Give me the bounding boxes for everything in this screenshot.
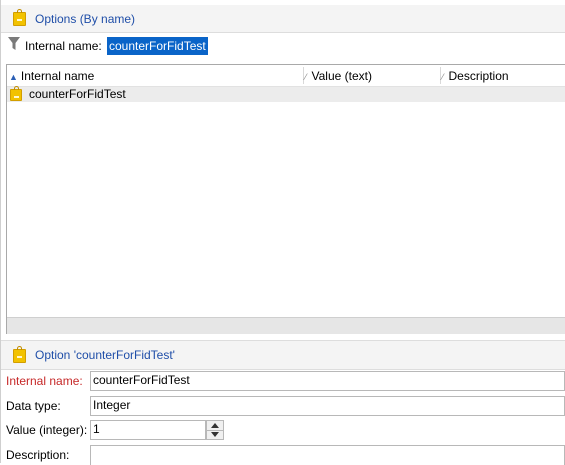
column-header-description[interactable]: ⁄ Description <box>442 69 509 83</box>
list-panel-header: Options (By name) <box>1 5 565 33</box>
list-panel-title: Options (By name) <box>35 12 136 26</box>
column-header-value-text[interactable]: ⁄ Value (text) <box>305 69 372 83</box>
internal-name-label: Internal name: <box>6 374 83 388</box>
left-divider <box>0 0 1 463</box>
internal-name-field[interactable]: counterForFidTest <box>90 371 565 391</box>
sort-indicator-icon: ⁄ <box>305 72 307 82</box>
data-type-select[interactable]: Integer <box>90 396 565 416</box>
filter-icon[interactable] <box>8 37 20 51</box>
option-icon <box>10 86 22 101</box>
data-type-label: Data type: <box>6 399 61 413</box>
description-label: Description: <box>6 448 70 462</box>
column-label: Value (text) <box>311 69 372 83</box>
stepper-down-button[interactable] <box>207 430 223 439</box>
column-separator[interactable] <box>303 67 304 84</box>
sort-indicator-icon: ⁄ <box>442 72 444 82</box>
filter-bar: Internal name: counterForFidTest <box>1 33 565 59</box>
detail-panel-title: Option 'counterForFidTest' <box>35 348 175 362</box>
table-row[interactable]: counterForFidTest <box>7 86 565 102</box>
option-icon <box>13 346 26 363</box>
row-internal-name: counterForFidTest <box>29 87 126 101</box>
detail-panel-header: Option 'counterForFidTest' <box>1 340 565 370</box>
column-header-internal-name[interactable]: ▲ Internal name <box>9 69 94 83</box>
option-icon <box>13 9 26 26</box>
filter-label: Internal name: <box>25 39 102 53</box>
sort-ascending-icon: ▲ <box>9 72 18 82</box>
horizontal-scrollbar[interactable] <box>7 317 565 334</box>
options-grid: ▲ Internal name ⁄ Value (text) ⁄ Descriptio… <box>6 64 565 334</box>
filter-input[interactable]: counterForFidTest <box>107 37 208 55</box>
value-integer-field[interactable]: 1 <box>90 420 206 440</box>
column-separator[interactable] <box>440 67 441 84</box>
chevron-up-icon <box>211 423 219 428</box>
quantity-stepper[interactable] <box>206 420 224 440</box>
value-integer-label: Value (integer): <box>6 423 88 437</box>
column-label: Internal name <box>20 69 95 83</box>
chevron-down-icon <box>211 432 219 437</box>
grid-header: ▲ Internal name ⁄ Value (text) ⁄ Descriptio… <box>7 65 565 87</box>
description-field[interactable] <box>90 445 565 465</box>
column-label: Description <box>448 69 509 83</box>
